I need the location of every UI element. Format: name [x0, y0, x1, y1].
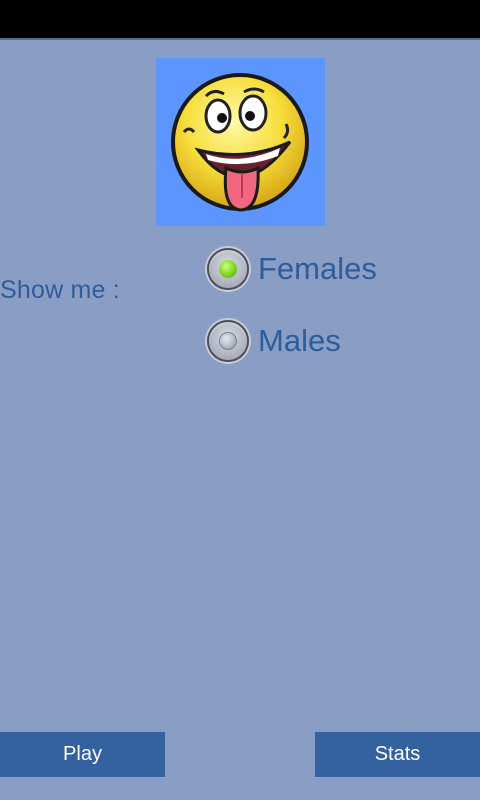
- show-me-label: Show me :: [0, 276, 120, 304]
- radio-button-females[interactable]: [207, 248, 249, 290]
- radio-unselected-indicator: [219, 332, 237, 350]
- app-logo: [156, 58, 325, 226]
- status-bar: [0, 0, 480, 40]
- stats-button[interactable]: Stats: [315, 732, 480, 777]
- radio-label-females[interactable]: Females: [258, 251, 377, 287]
- smiley-tongue-icon: [171, 73, 309, 212]
- radio-option-females[interactable]: Females: [207, 248, 377, 290]
- radio-button-males[interactable]: [207, 320, 249, 362]
- radio-label-males[interactable]: Males: [258, 323, 341, 359]
- play-button[interactable]: Play: [0, 732, 165, 777]
- radio-selected-indicator: [219, 260, 237, 278]
- radio-option-males[interactable]: Males: [207, 320, 341, 362]
